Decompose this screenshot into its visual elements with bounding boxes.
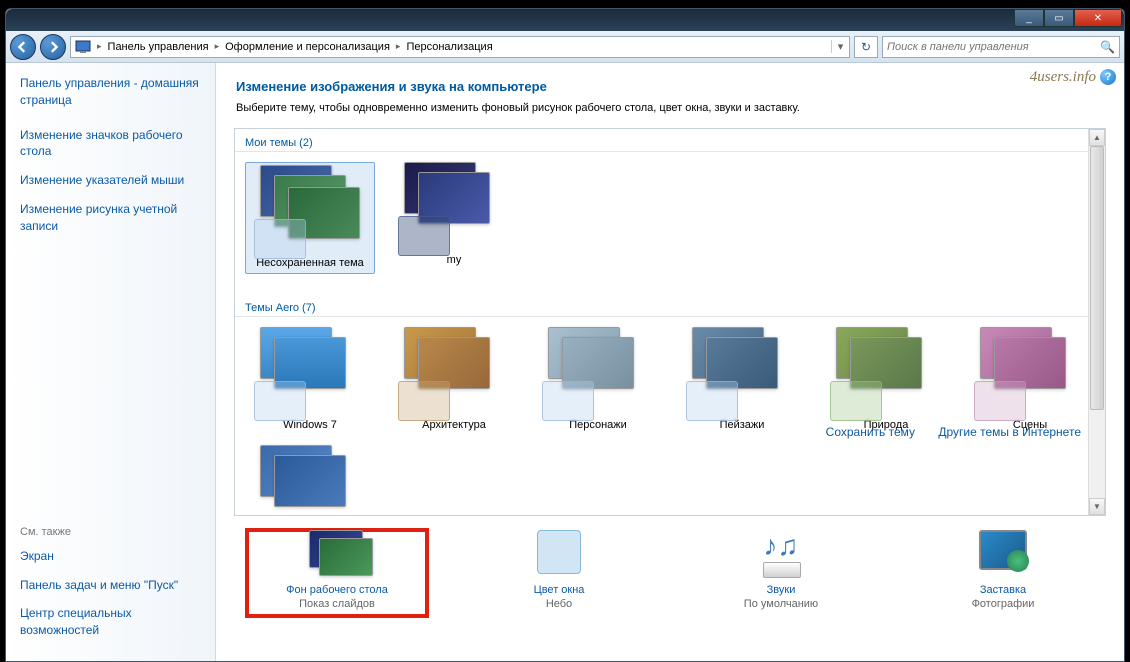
group-aero-themes: Темы Aero (7)	[235, 298, 1105, 317]
scroll-up-icon[interactable]: ▲	[1089, 129, 1105, 146]
maximize-button[interactable]: ▭	[1044, 9, 1074, 27]
breadcrumb-personalization[interactable]: Персонализация	[402, 41, 496, 53]
screensaver-icon	[971, 530, 1035, 578]
footer-screensaver[interactable]: Заставка Фотографии	[913, 530, 1093, 616]
sidebar-link-taskbar[interactable]: Панель задач и меню "Пуск"	[20, 577, 201, 594]
themes-scroll[interactable]: Мои темы (2) Несохраненная тема	[235, 129, 1105, 515]
footer-value: Фотографии	[972, 598, 1035, 610]
chevron-right-icon[interactable]: ▸	[394, 41, 403, 52]
footer-desktop-background[interactable]: Фон рабочего стола Показ слайдов	[247, 530, 427, 616]
group-actions: Сохранить тему Другие темы в Интернете	[806, 425, 1081, 439]
watermark: 4users.info	[1030, 69, 1096, 86]
search-box[interactable]: 🔍	[882, 36, 1120, 58]
body: Панель управления - домашняя страница Из…	[6, 63, 1124, 661]
theme-row-my: Несохраненная тема my	[235, 152, 1105, 278]
chevron-right-icon[interactable]: ▸	[95, 41, 104, 52]
page-header: Изменение изображения и звука на компьют…	[216, 63, 1124, 122]
search-input[interactable]	[887, 41, 1100, 53]
address-dropdown-icon[interactable]: ▾	[831, 40, 849, 53]
more-themes-link[interactable]: Другие темы в Интернете	[938, 425, 1081, 439]
theme-my[interactable]: my	[389, 162, 519, 274]
sidebar-home-link[interactable]: Панель управления - домашняя страница	[20, 75, 201, 109]
chevron-right-icon[interactable]: ▸	[213, 41, 222, 52]
footer-value: Небо	[546, 598, 572, 610]
page-subtitle: Выберите тему, чтобы одновременно измени…	[236, 102, 1104, 114]
theme-row-aero: Windows 7 Архитектура Персонажи Пей	[235, 317, 1105, 435]
sidebar-footer: См. также Экран Панель задач и меню "Пус…	[20, 526, 201, 651]
desktop-background-icon	[305, 530, 369, 578]
footer-row: Фон рабочего стола Показ слайдов Цвет ок…	[216, 516, 1124, 616]
sidebar-link-mouse-pointers[interactable]: Изменение указателей мыши	[20, 172, 201, 189]
theme-scenes[interactable]: Сцены	[965, 327, 1095, 431]
window-color-icon	[527, 530, 591, 578]
window-buttons: _ ▭ ✕	[1014, 9, 1122, 27]
footer-value: Показ слайдов	[299, 598, 375, 610]
theme-landscapes[interactable]: Пейзажи	[677, 327, 807, 431]
theme-unsaved[interactable]: Несохраненная тема	[245, 162, 375, 274]
footer-sounds[interactable]: ♪♫ Звуки По умолчанию	[691, 530, 871, 616]
search-icon[interactable]: 🔍	[1100, 40, 1115, 54]
sounds-icon: ♪♫	[749, 530, 813, 578]
forward-button[interactable]	[40, 34, 66, 60]
close-button[interactable]: ✕	[1074, 9, 1122, 27]
titlebar[interactable]: _ ▭ ✕	[6, 9, 1124, 31]
minimize-button[interactable]: _	[1014, 9, 1044, 27]
help-icon[interactable]: ?	[1100, 69, 1116, 85]
theme-windows7[interactable]: Windows 7	[245, 327, 375, 431]
scroll-thumb[interactable]	[1090, 146, 1104, 410]
theme-nature[interactable]: Природа	[821, 327, 951, 431]
sidebar-link-desktop-icons[interactable]: Изменение значков рабочего стола	[20, 127, 201, 161]
page-title: Изменение изображения и звука на компьют…	[236, 79, 1104, 94]
sidebar: Панель управления - домашняя страница Из…	[6, 63, 216, 661]
themes-panel: Мои темы (2) Несохраненная тема	[234, 128, 1106, 516]
breadcrumb-control-panel[interactable]: Панель управления	[104, 41, 213, 53]
sidebar-link-display[interactable]: Экран	[20, 548, 201, 565]
window: _ ▭ ✕ ▸ Панель управления ▸ Оформление и…	[5, 8, 1125, 662]
theme-characters[interactable]: Персонажи	[533, 327, 663, 431]
see-also-label: См. также	[20, 526, 201, 538]
group-my-themes: Мои темы (2)	[235, 133, 1105, 152]
scroll-track[interactable]	[1089, 146, 1105, 498]
scrollbar[interactable]: ▲ ▼	[1088, 129, 1105, 515]
sidebar-link-accessibility[interactable]: Центр специальных возможностей	[20, 605, 201, 639]
save-theme-link[interactable]: Сохранить тему	[826, 425, 915, 439]
theme-extra[interactable]	[245, 445, 375, 515]
footer-window-color[interactable]: Цвет окна Небо	[469, 530, 649, 616]
refresh-button[interactable]: ↻	[854, 36, 878, 58]
footer-link: Звуки	[691, 584, 871, 596]
scroll-down-icon[interactable]: ▼	[1089, 498, 1105, 515]
footer-value: По умолчанию	[744, 598, 818, 610]
breadcrumb-appearance[interactable]: Оформление и персонализация	[221, 41, 394, 53]
address-bar[interactable]: ▸ Панель управления ▸ Оформление и персо…	[70, 36, 850, 58]
theme-row-overflow	[235, 435, 1105, 515]
theme-architecture[interactable]: Архитектура	[389, 327, 519, 431]
footer-link: Фон рабочего стола	[247, 584, 427, 596]
footer-link: Цвет окна	[469, 584, 649, 596]
content: ? 4users.info Изменение изображения и зв…	[216, 63, 1124, 661]
footer-link: Заставка	[913, 584, 1093, 596]
sidebar-link-account-picture[interactable]: Изменение рисунка учетной записи	[20, 201, 201, 235]
toolbar: ▸ Панель управления ▸ Оформление и персо…	[6, 31, 1124, 63]
back-button[interactable]	[10, 34, 36, 60]
breadcrumb-root-icon[interactable]	[71, 40, 95, 54]
